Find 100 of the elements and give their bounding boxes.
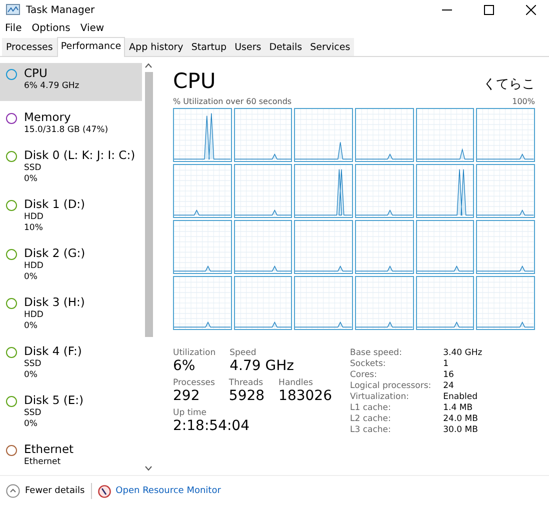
spec-value: 24.0 MB: [443, 414, 479, 424]
scroll-up-icon: [145, 63, 152, 68]
gauge-icon: [98, 484, 111, 498]
cpu-graph: [173, 276, 232, 330]
spec-value: 16: [443, 370, 455, 380]
sidebar-item[interactable]: Disk 1 (D:) HDD 10%: [0, 194, 142, 237]
menu-item[interactable]: File: [5, 22, 22, 34]
graph-label: % Utilization over 60 seconds: [173, 97, 292, 106]
sidebar-item[interactable]: Disk 5 (E:) SSD 0%: [0, 390, 142, 433]
device-detail: HDD: [24, 310, 44, 321]
stat-value: 6%: [173, 358, 196, 374]
stat-label: Threads: [228, 378, 264, 388]
spec-label: L3 cache:: [350, 425, 392, 435]
device-name: Ethernet: [24, 442, 74, 457]
spec-value: Enabled: [443, 392, 478, 402]
close-icon: [526, 5, 536, 15]
menu-item[interactable]: Options: [32, 22, 70, 34]
device-detail: SSD: [24, 359, 42, 370]
app-icon: [6, 4, 20, 16]
tab[interactable]: Details: [265, 38, 306, 56]
stat-value: 183026: [278, 388, 332, 404]
cpu-graph: [173, 164, 232, 218]
stat-label: Processes: [173, 378, 215, 388]
cpu-graph: [294, 220, 353, 274]
device-detail: 0%: [24, 272, 38, 283]
device-detail: 0%: [24, 370, 38, 381]
cpu-graph: [416, 108, 474, 162]
cpu-graph: [476, 108, 535, 162]
device-name: Disk 4 (F:): [24, 344, 82, 359]
spec-label: L2 cache:: [350, 414, 392, 424]
spec-value: 3.40 GHz: [443, 348, 482, 358]
device-detail: SSD: [24, 408, 42, 419]
cpu-graph: [355, 108, 414, 162]
tab[interactable]: Users: [230, 38, 266, 56]
device-name: Disk 3 (H:): [24, 295, 85, 310]
graph-max: 100%: [512, 97, 535, 106]
tab[interactable]: Startup: [187, 38, 231, 56]
stat-value: 2:18:54:04: [173, 418, 251, 434]
maximize-icon: [484, 5, 494, 15]
device-detail: 10%: [24, 223, 44, 234]
spec-label: Logical processors:: [350, 381, 432, 391]
sidebar-item[interactable]: Disk 2 (G:) HDD 0%: [0, 243, 142, 286]
spec-value: 1: [443, 359, 450, 369]
spec-label: Sockets:: [350, 359, 387, 369]
device-detail: HDD: [24, 212, 44, 223]
stat-label: Speed: [230, 348, 258, 358]
sidebar-item[interactable]: Disk 3 (H:) HDD 0%: [0, 292, 142, 335]
cpu-graph: [476, 164, 535, 218]
cpu-graph: [476, 276, 535, 330]
cpu-graph: [355, 220, 414, 274]
processor-name: くてらこ: [483, 76, 535, 93]
fewer-details-button[interactable]: Fewer details: [6, 484, 85, 498]
device-name: Disk 1 (D:): [24, 197, 86, 212]
scroll-down-icon: [145, 466, 152, 471]
collapse-icon: [6, 484, 20, 498]
cpu-graph: [234, 276, 292, 330]
device-name: Memory: [24, 110, 72, 125]
tab[interactable]: Processes: [2, 38, 57, 56]
cpu-graph: [234, 164, 292, 218]
device-name: CPU: [24, 66, 48, 81]
cpu-graph: [355, 276, 414, 330]
cpu-graph: [294, 164, 353, 218]
device-name: Disk 0 (L: K: J: I: C:): [24, 148, 136, 163]
spec-value: 1.4 MB: [443, 403, 474, 413]
cpu-graph: [416, 276, 474, 330]
device-detail: Ethernet: [24, 457, 62, 468]
tab[interactable]: Services: [306, 38, 354, 56]
window-title: Task Manager: [26, 4, 96, 16]
stat-label: Up time: [173, 408, 208, 418]
spec-value: 24: [443, 381, 455, 391]
device-name: Disk 5 (E:): [24, 393, 84, 408]
tab[interactable]: Performance: [56, 37, 126, 57]
device-name: Disk 2 (G:): [24, 246, 86, 261]
stat-label: Handles: [278, 378, 314, 388]
device-detail: 0%: [24, 174, 38, 185]
stat-value: 4.79 GHz: [230, 358, 294, 374]
menu-item[interactable]: View: [80, 22, 104, 34]
cpu-graph: [234, 108, 292, 162]
device-detail: SSD: [24, 163, 42, 174]
cpu-graph: [173, 108, 232, 162]
device-detail: 0%: [24, 419, 38, 430]
cpu-graph: [416, 164, 474, 218]
sidebar-item[interactable]: Memory 15.0/31.8 GB (47%): [0, 107, 142, 139]
sidebar-item[interactable]: Disk 0 (L: K: J: I: C:) SSD 0%: [0, 145, 142, 188]
sidebar-item[interactable]: CPU 6% 4.79 GHz: [0, 63, 142, 101]
panel-title: CPU: [173, 69, 216, 93]
sidebar-item[interactable]: Ethernet Ethernet: [0, 439, 142, 471]
spec-label: Virtualization:: [350, 392, 410, 402]
tab[interactable]: App history: [125, 38, 188, 56]
sidebar-item[interactable]: Disk 4 (F:) SSD 0%: [0, 341, 142, 384]
device-detail: 15.0/31.8 GB (47%): [24, 125, 108, 136]
device-detail: 0%: [24, 321, 38, 332]
cpu-graph: [355, 164, 414, 218]
cpu-graph: [294, 276, 353, 330]
resource-monitor-link[interactable]: Open Resource Monitor: [98, 484, 221, 498]
cpu-graph: [173, 220, 232, 274]
cpu-graph: [234, 220, 292, 274]
stat-value: 292: [173, 388, 201, 404]
stat-label: Utilization: [173, 348, 216, 358]
spec-label: L1 cache:: [350, 403, 392, 413]
